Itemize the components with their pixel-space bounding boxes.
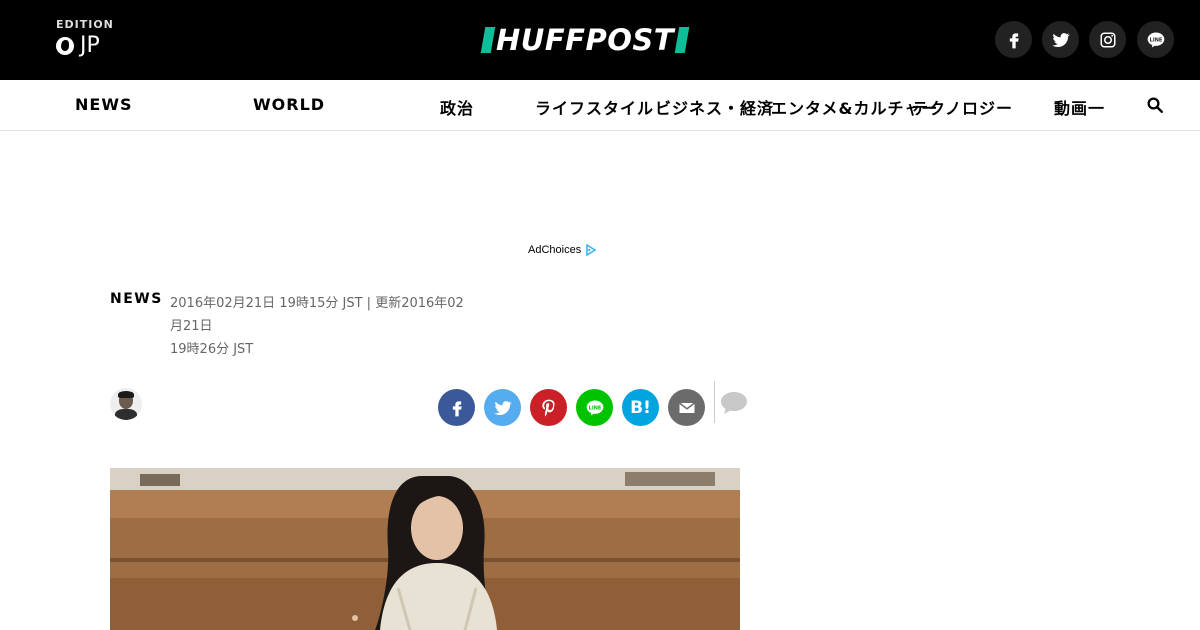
nav-item-politics[interactable]: 政治 bbox=[440, 95, 474, 119]
facebook-icon bbox=[452, 400, 462, 416]
logo-left-bar bbox=[480, 27, 496, 53]
email-icon bbox=[678, 401, 695, 413]
twitter-icon bbox=[493, 400, 512, 415]
author-avatar[interactable] bbox=[110, 388, 142, 420]
facebook-icon bbox=[1009, 32, 1019, 48]
section-tag[interactable]: NEWS bbox=[110, 291, 163, 307]
twitter-follow-button[interactable] bbox=[1042, 21, 1079, 58]
edition-selector[interactable]: EDITION JP bbox=[56, 18, 114, 58]
svg-text:LINE: LINE bbox=[1149, 37, 1162, 43]
share-divider bbox=[714, 381, 715, 423]
nav-item-news[interactable]: NEWS bbox=[75, 95, 133, 114]
globe-icon bbox=[56, 36, 74, 55]
logo-text: HUFFPOST bbox=[496, 23, 675, 57]
facebook-follow-button[interactable] bbox=[995, 21, 1032, 58]
top-header-bar: EDITION JP HUFFPOST LINE bbox=[0, 0, 1200, 80]
comment-icon[interactable] bbox=[720, 391, 748, 415]
dateline-line-1: 2016年02月21日 19時15分 JST | 更新2016年02月21日 bbox=[170, 296, 464, 334]
line-icon: LINE bbox=[586, 400, 603, 415]
search-icon[interactable] bbox=[1146, 96, 1164, 114]
nav-item-technology[interactable]: テクノロジー bbox=[912, 95, 1013, 119]
adchoices-link[interactable]: AdChoices bbox=[528, 244, 597, 256]
twitter-icon bbox=[1051, 32, 1070, 47]
nav-item-lifestyle[interactable]: ライフスタイル bbox=[535, 95, 654, 119]
line-follow-button[interactable]: LINE bbox=[1137, 21, 1174, 58]
nav-item-video[interactable]: 動画一 bbox=[1054, 95, 1105, 119]
dateline-line-2: 19時26分 JST bbox=[170, 342, 254, 357]
instagram-follow-button[interactable] bbox=[1089, 21, 1126, 58]
share-facebook-button[interactable] bbox=[438, 389, 475, 426]
main-navigation: NEWS WORLD 政治 ライフスタイル ビジネス・経済 エンタメ&カルチャー… bbox=[0, 80, 1200, 131]
svg-text:LINE: LINE bbox=[588, 405, 601, 411]
pinterest-icon bbox=[541, 399, 555, 416]
share-email-button[interactable] bbox=[668, 389, 705, 426]
edition-code: JP bbox=[80, 33, 100, 58]
instagram-icon bbox=[1100, 32, 1115, 47]
adchoices-icon bbox=[586, 244, 597, 256]
share-hatena-button[interactable]: B! bbox=[622, 389, 659, 426]
share-line-button[interactable]: LINE bbox=[576, 389, 613, 426]
share-twitter-button[interactable] bbox=[484, 389, 521, 426]
article-dateline: 2016年02月21日 19時15分 JST | 更新2016年02月21日 1… bbox=[170, 292, 470, 361]
adchoices-label: AdChoices bbox=[528, 244, 582, 256]
article-hero-image bbox=[110, 468, 740, 630]
nav-item-business[interactable]: ビジネス・経済 bbox=[655, 95, 774, 119]
huffpost-logo[interactable]: HUFFPOST bbox=[480, 23, 690, 57]
line-icon: LINE bbox=[1147, 32, 1164, 47]
share-pinterest-button[interactable] bbox=[530, 389, 567, 426]
hatena-bookmark-icon: B! bbox=[630, 397, 651, 418]
nav-item-world[interactable]: WORLD bbox=[253, 95, 325, 114]
edition-label: EDITION bbox=[56, 18, 114, 31]
logo-right-bar bbox=[674, 27, 690, 53]
